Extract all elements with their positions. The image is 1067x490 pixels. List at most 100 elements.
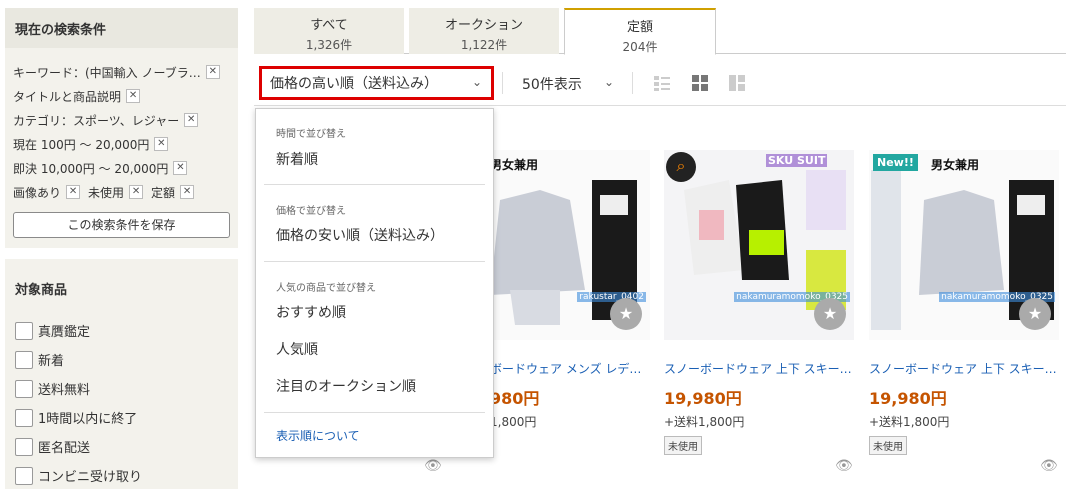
filter-label: コンビニ受け取り bbox=[38, 470, 143, 485]
sort-option-newest[interactable]: 新着順 bbox=[256, 149, 318, 169]
per-page-select[interactable]: 50件表示 bbox=[522, 74, 582, 94]
filter-convenience-pickup[interactable]: コンビニ受け取り bbox=[15, 461, 228, 490]
sort-dropdown-menu: 時間で並び替え 新着順 価格で並び替え 価格の安い順（送料込み） 人気の商品で並… bbox=[255, 108, 494, 458]
sort-option-recommended[interactable]: おすすめ順 bbox=[256, 302, 346, 322]
star-icon[interactable]: ★ bbox=[814, 298, 846, 330]
remove-condition-icon[interactable]: ✕ bbox=[126, 89, 141, 103]
product-title[interactable]: スノーボードウェア 上下 スキー… bbox=[664, 360, 854, 377]
image-text: SKU SUIT bbox=[766, 154, 828, 167]
remove-condition-icon[interactable]: ✕ bbox=[184, 113, 199, 127]
star-icon[interactable]: ★ bbox=[1019, 298, 1051, 330]
group-label-time: 時間で並び替え bbox=[276, 129, 346, 140]
shipping-fee: +送料1,800円 bbox=[664, 415, 745, 429]
tile-view-icon[interactable] bbox=[728, 74, 746, 92]
star-icon[interactable]: ★ bbox=[610, 298, 642, 330]
sort-value: 価格の高い順（送料込み） bbox=[270, 76, 438, 92]
condition-buyout-price: 即決 10,000円 〜 20,000円 bbox=[13, 161, 169, 176]
watch-eye-icon[interactable]: 👁 bbox=[1040, 458, 1058, 474]
condition-unused: 未使用 bbox=[88, 185, 125, 200]
condition-fixed-price: 定額 bbox=[151, 185, 176, 200]
shipping-fee: +送料1,800円 bbox=[869, 415, 950, 429]
sort-option-price-low[interactable]: 価格の安い順（送料込み） bbox=[256, 225, 444, 245]
condition-current-price: 現在 100円 〜 20,000円 bbox=[13, 137, 150, 152]
sort-order-help-link[interactable]: 表示順について bbox=[256, 427, 360, 444]
condition-has-image: 画像あり bbox=[13, 185, 62, 200]
new-badge: New!! bbox=[873, 154, 918, 171]
current-conditions-title: 現在の検索条件 bbox=[5, 8, 238, 48]
image-text: 男女兼用 bbox=[490, 158, 539, 172]
conditions-panel: キーワード：(中国輸入 ノーブラ… ✕ タイトルと商品説明 ✕ カテゴリ：スポーツ、… bbox=[5, 48, 238, 248]
list-view-icon[interactable] bbox=[653, 74, 671, 92]
condition-tag: 未使用 bbox=[664, 436, 702, 455]
chevron-down-icon[interactable]: ⌄ bbox=[604, 75, 614, 89]
divider bbox=[264, 412, 485, 413]
remove-condition-icon[interactable]: ✕ bbox=[154, 137, 169, 151]
checkbox[interactable] bbox=[15, 321, 33, 340]
remove-condition-icon[interactable]: ✕ bbox=[129, 185, 144, 199]
tab-count: 1,122件 bbox=[460, 38, 508, 52]
save-search-button[interactable]: この検索条件を保存 bbox=[13, 212, 230, 238]
product-price: 19,980円 bbox=[869, 389, 947, 408]
checkbox[interactable] bbox=[15, 350, 33, 369]
product-price: 980円 bbox=[490, 389, 540, 408]
shipping-fee: 1,800円 bbox=[490, 415, 537, 429]
filter-free-shipping[interactable]: 送料無料 bbox=[15, 374, 228, 403]
target-items-title: 対象商品 bbox=[15, 283, 68, 298]
filter-label: 1時間以内に終了 bbox=[38, 412, 138, 427]
remove-condition-icon[interactable]: ✕ bbox=[205, 65, 220, 79]
tab-label: すべて bbox=[310, 18, 348, 33]
tab-count: 1,326件 bbox=[305, 38, 353, 52]
product-title[interactable]: ボードウェア メンズ レデ… bbox=[490, 360, 650, 377]
remove-condition-icon[interactable]: ✕ bbox=[66, 185, 81, 199]
divider bbox=[264, 184, 485, 185]
checkbox[interactable] bbox=[15, 437, 33, 456]
product-card[interactable]: New!! 男女兼用 nakamuramomoko_0325 ★ スノーボードウ… bbox=[869, 150, 1059, 455]
zoom-icon[interactable]: ⌕ bbox=[666, 152, 696, 182]
watch-eye-icon[interactable]: 👁 bbox=[835, 458, 853, 474]
sort-select[interactable]: 価格の高い順（送料込み） bbox=[259, 66, 494, 100]
sort-option-popular[interactable]: 人気順 bbox=[256, 339, 318, 359]
filter-ending-soon[interactable]: 1時間以内に終了 bbox=[15, 403, 228, 432]
checkbox[interactable] bbox=[15, 466, 33, 485]
filter-anonymous-shipping[interactable]: 匿名配送 bbox=[15, 432, 228, 461]
target-items-panel: 対象商品 真贋鑑定 新着 送料無料 1時間以内に終了 匿名配送 コンビニ受け取り bbox=[5, 259, 238, 489]
tab-label: 定額 bbox=[626, 20, 653, 35]
filter-authenticity[interactable]: 真贋鑑定 bbox=[15, 316, 228, 345]
sidebar: 現在の検索条件 キーワード：(中国輸入 ノーブラ… ✕ タイトルと商品説明 ✕ カテ… bbox=[5, 8, 238, 248]
group-label-popular: 人気の商品で並び替え bbox=[276, 283, 376, 294]
checkbox[interactable] bbox=[15, 379, 33, 398]
tab-fixed-price[interactable]: 定額 204件 bbox=[564, 8, 716, 55]
chevron-down-icon[interactable]: ⌄ bbox=[472, 75, 482, 89]
tab-auction[interactable]: オークション 1,122件 bbox=[409, 8, 559, 54]
filter-label: 送料無料 bbox=[38, 383, 91, 398]
condition-tag: 未使用 bbox=[869, 436, 907, 455]
tab-count: 204件 bbox=[622, 40, 658, 54]
product-image[interactable]: ⌕ SKU SUIT nakamuramomoko_0325 ★ bbox=[664, 150, 854, 340]
filter-label: 真贋鑑定 bbox=[38, 325, 91, 340]
condition-category: カテゴリ：スポーツ、レジャー bbox=[13, 113, 180, 128]
condition-keyword: キーワード：(中国輸入 ノーブラ… bbox=[13, 65, 201, 80]
remove-condition-icon[interactable]: ✕ bbox=[173, 161, 188, 175]
tab-all[interactable]: すべて 1,326件 bbox=[254, 8, 404, 54]
image-text: 男女兼用 bbox=[931, 158, 980, 172]
watch-eye-icon[interactable]: 👁 bbox=[424, 458, 442, 474]
group-label-price: 価格で並び替え bbox=[276, 206, 346, 217]
filter-label: 新着 bbox=[38, 354, 65, 369]
listing-type-tabs: すべて 1,326件 オークション 1,122件 定額 204件 bbox=[254, 8, 1066, 55]
condition-title-desc: タイトルと商品説明 bbox=[13, 89, 122, 104]
product-image[interactable]: New!! 男女兼用 nakamuramomoko_0325 ★ bbox=[869, 150, 1059, 340]
remove-condition-icon[interactable]: ✕ bbox=[180, 185, 195, 199]
divider bbox=[264, 261, 485, 262]
divider bbox=[632, 72, 633, 94]
product-title[interactable]: スノーボードウェア 上下 スキー… bbox=[869, 360, 1059, 377]
sort-option-featured-auction[interactable]: 注目のオークション順 bbox=[256, 376, 416, 396]
checkbox[interactable] bbox=[15, 408, 33, 427]
grid-view-icon[interactable] bbox=[691, 74, 709, 92]
product-price: 19,980円 bbox=[664, 389, 742, 408]
product-card[interactable]: ⌕ SKU SUIT nakamuramomoko_0325 ★ スノーボードウ… bbox=[664, 150, 854, 455]
results-toolbar: 価格の高い順（送料込み） ⌄ 50件表示 ⌄ bbox=[254, 62, 1066, 106]
filter-new[interactable]: 新着 bbox=[15, 345, 228, 374]
filter-label: 匿名配送 bbox=[38, 441, 91, 456]
tab-label: オークション bbox=[444, 18, 523, 33]
divider bbox=[502, 72, 503, 94]
